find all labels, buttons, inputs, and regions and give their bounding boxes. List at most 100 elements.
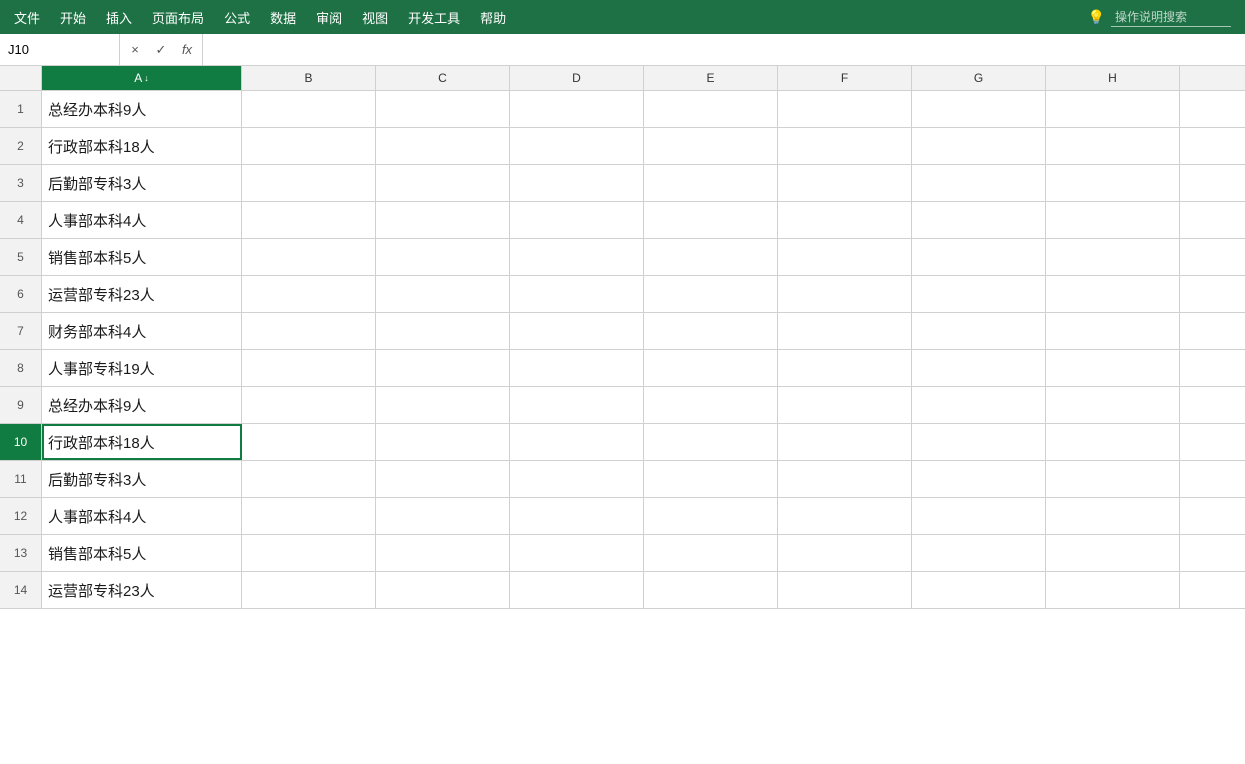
menu-item-开始[interactable]: 开始 (50, 0, 96, 34)
cell-C6[interactable] (376, 276, 510, 312)
cell-F13[interactable] (778, 535, 912, 571)
cell-A2[interactable]: 行政部本科18人 (42, 128, 242, 164)
cell-G5[interactable] (912, 239, 1046, 275)
row-number-13[interactable]: 13 (0, 535, 42, 571)
cell-D5[interactable] (510, 239, 644, 275)
cell-C1[interactable] (376, 91, 510, 127)
menu-item-公式[interactable]: 公式 (214, 0, 260, 34)
cell-F2[interactable] (778, 128, 912, 164)
row-number-7[interactable]: 7 (0, 313, 42, 349)
cell-A6[interactable]: 运营部专科23人 (42, 276, 242, 312)
cell-I13[interactable] (1180, 535, 1245, 571)
cell-G3[interactable] (912, 165, 1046, 201)
menu-item-开发工具[interactable]: 开发工具 (398, 0, 470, 34)
row-number-3[interactable]: 3 (0, 165, 42, 201)
cell-C12[interactable] (376, 498, 510, 534)
cell-A13[interactable]: 销售部本科5人 (42, 535, 242, 571)
cell-H11[interactable] (1046, 461, 1180, 497)
cell-C7[interactable] (376, 313, 510, 349)
cell-A1[interactable]: 总经办本科9人 (42, 91, 242, 127)
cell-C11[interactable] (376, 461, 510, 497)
cell-C14[interactable] (376, 572, 510, 608)
cell-F7[interactable] (778, 313, 912, 349)
cell-I6[interactable] (1180, 276, 1245, 312)
cell-G8[interactable] (912, 350, 1046, 386)
col-header-F[interactable]: F (778, 66, 912, 90)
cell-D14[interactable] (510, 572, 644, 608)
cell-I10[interactable] (1180, 424, 1245, 460)
cell-D6[interactable] (510, 276, 644, 312)
cell-F12[interactable] (778, 498, 912, 534)
cancel-formula-button[interactable]: × (124, 39, 146, 61)
menu-item-插入[interactable]: 插入 (96, 0, 142, 34)
cell-B14[interactable] (242, 572, 376, 608)
cell-H1[interactable] (1046, 91, 1180, 127)
cell-H7[interactable] (1046, 313, 1180, 349)
cell-G11[interactable] (912, 461, 1046, 497)
search-input[interactable] (1111, 8, 1231, 27)
cell-F6[interactable] (778, 276, 912, 312)
cell-I4[interactable] (1180, 202, 1245, 238)
cell-F11[interactable] (778, 461, 912, 497)
cell-G6[interactable] (912, 276, 1046, 312)
cell-G9[interactable] (912, 387, 1046, 423)
row-number-14[interactable]: 14 (0, 572, 42, 608)
cell-D13[interactable] (510, 535, 644, 571)
cell-F5[interactable] (778, 239, 912, 275)
cell-B12[interactable] (242, 498, 376, 534)
cell-A4[interactable]: 人事部本科4人 (42, 202, 242, 238)
cell-B3[interactable] (242, 165, 376, 201)
row-number-4[interactable]: 4 (0, 202, 42, 238)
row-number-1[interactable]: 1 (0, 91, 42, 127)
cell-E7[interactable] (644, 313, 778, 349)
menu-item-文件[interactable]: 文件 (4, 0, 50, 34)
menu-item-视图[interactable]: 视图 (352, 0, 398, 34)
cell-C13[interactable] (376, 535, 510, 571)
cell-G7[interactable] (912, 313, 1046, 349)
cell-B11[interactable] (242, 461, 376, 497)
col-header-G[interactable]: G (912, 66, 1046, 90)
cell-H8[interactable] (1046, 350, 1180, 386)
cell-C2[interactable] (376, 128, 510, 164)
cell-A11[interactable]: 后勤部专科3人 (42, 461, 242, 497)
menu-item-页面布局[interactable]: 页面布局 (142, 0, 214, 34)
cell-E9[interactable] (644, 387, 778, 423)
col-header-E[interactable]: E (644, 66, 778, 90)
cell-B4[interactable] (242, 202, 376, 238)
cell-reference-box[interactable]: J10 (0, 34, 120, 65)
cell-H3[interactable] (1046, 165, 1180, 201)
col-header-H[interactable]: H (1046, 66, 1180, 90)
cell-A3[interactable]: 后勤部专科3人 (42, 165, 242, 201)
cell-G12[interactable] (912, 498, 1046, 534)
cell-G1[interactable] (912, 91, 1046, 127)
cell-D12[interactable] (510, 498, 644, 534)
cell-I12[interactable] (1180, 498, 1245, 534)
cell-E10[interactable] (644, 424, 778, 460)
fx-button[interactable]: fx (176, 39, 198, 61)
cell-C3[interactable] (376, 165, 510, 201)
cell-A10[interactable]: 行政部本科18人 (42, 424, 242, 460)
cell-D7[interactable] (510, 313, 644, 349)
cell-D9[interactable] (510, 387, 644, 423)
cell-I1[interactable] (1180, 91, 1245, 127)
cell-I2[interactable] (1180, 128, 1245, 164)
cell-A8[interactable]: 人事部专科19人 (42, 350, 242, 386)
col-header-I[interactable]: I (1180, 66, 1245, 90)
cell-E6[interactable] (644, 276, 778, 312)
cell-F3[interactable] (778, 165, 912, 201)
cell-F10[interactable] (778, 424, 912, 460)
cell-G4[interactable] (912, 202, 1046, 238)
cell-D8[interactable] (510, 350, 644, 386)
cell-H4[interactable] (1046, 202, 1180, 238)
cell-E8[interactable] (644, 350, 778, 386)
cell-A12[interactable]: 人事部本科4人 (42, 498, 242, 534)
cell-B2[interactable] (242, 128, 376, 164)
col-header-A[interactable]: A↓ (42, 66, 242, 90)
row-number-11[interactable]: 11 (0, 461, 42, 497)
cell-F14[interactable] (778, 572, 912, 608)
cell-H14[interactable] (1046, 572, 1180, 608)
cell-H6[interactable] (1046, 276, 1180, 312)
cell-G2[interactable] (912, 128, 1046, 164)
cell-E11[interactable] (644, 461, 778, 497)
row-number-2[interactable]: 2 (0, 128, 42, 164)
